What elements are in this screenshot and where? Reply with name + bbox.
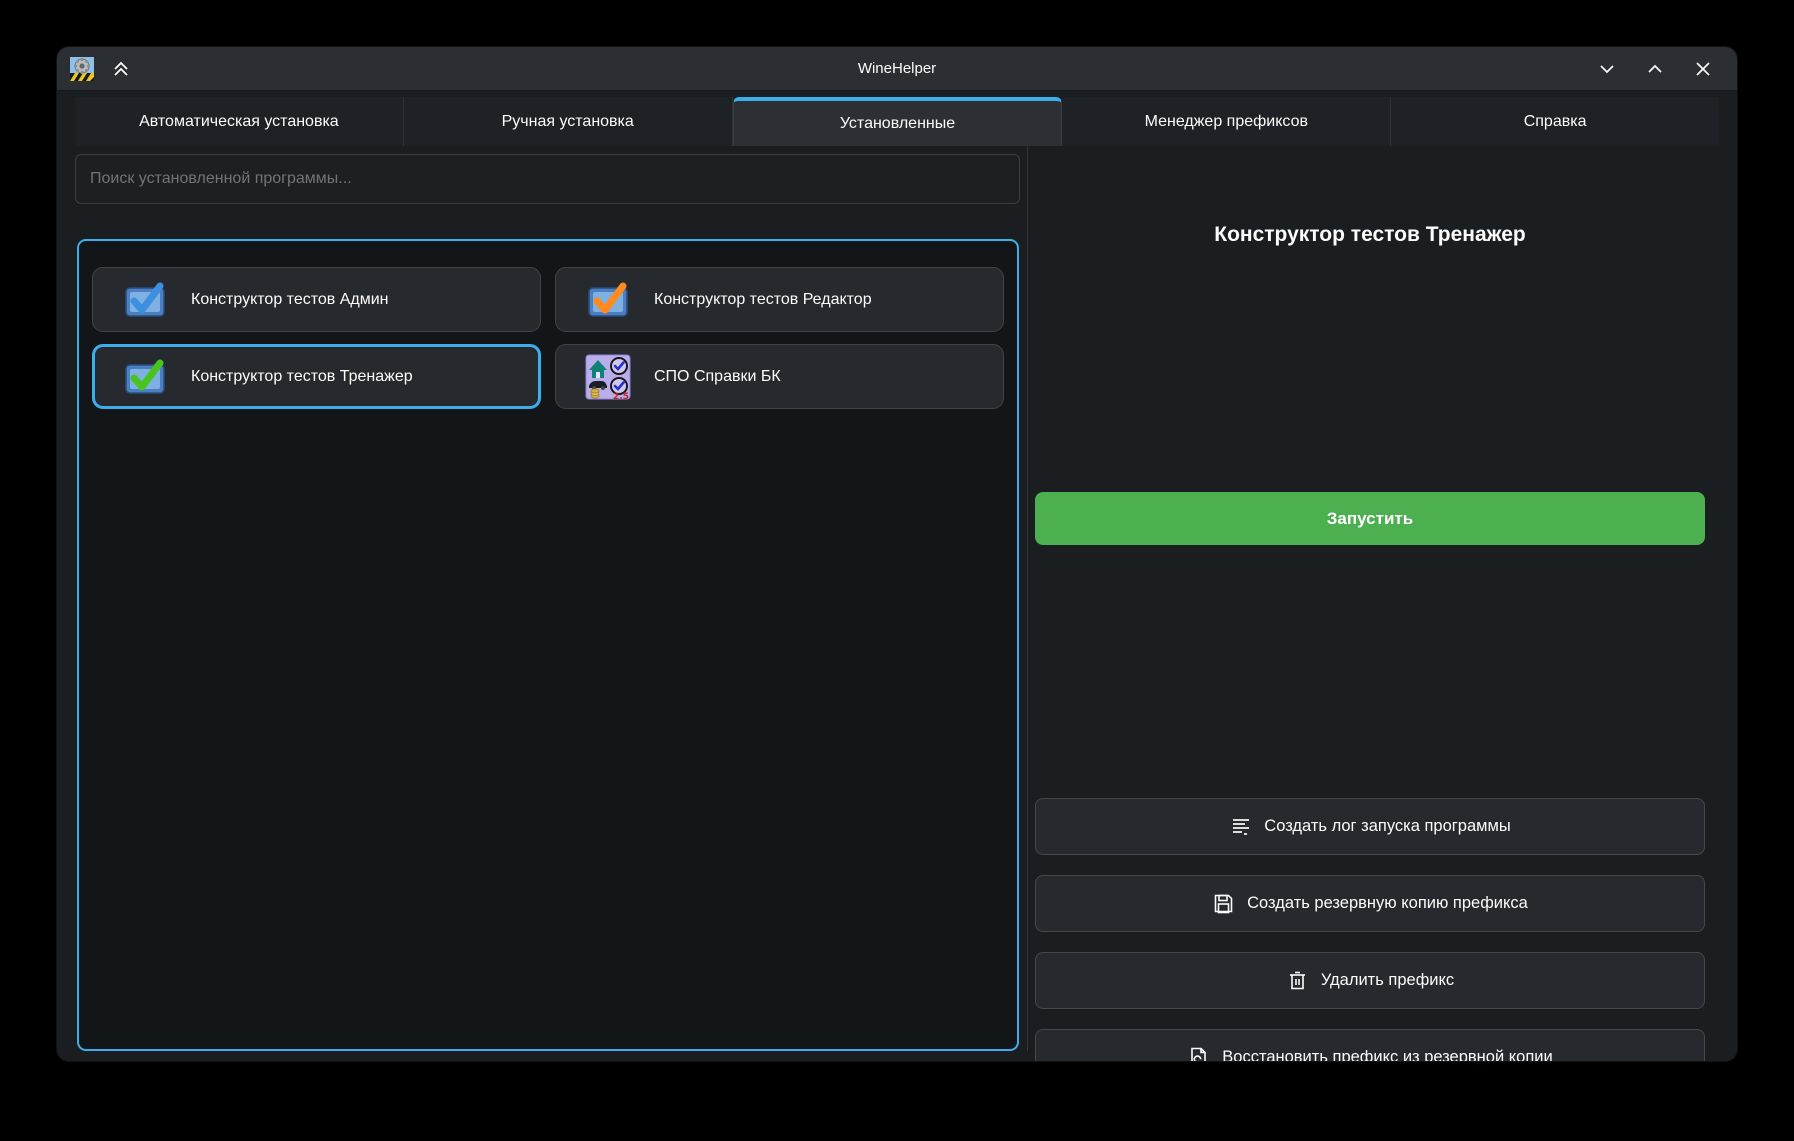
tab-installed[interactable]: Установленные: [733, 97, 1063, 146]
floppy-save-icon: [1212, 892, 1235, 915]
trash-icon: [1286, 969, 1309, 992]
titlebar: WineHelper: [57, 47, 1737, 91]
program-detail-panel: Конструктор тестов Тренажер Запустить Со…: [1035, 193, 1705, 1061]
restore-prefix-button[interactable]: Восстановить префикс из резервной копии: [1035, 1029, 1705, 1061]
backup-prefix-button[interactable]: Создать резервную копию префикса: [1035, 875, 1705, 932]
tab-help[interactable]: Справка: [1391, 97, 1719, 146]
installed-programs-list: Конструктор тестов Админ Конструктор тес…: [77, 239, 1019, 1051]
program-item-trainer[interactable]: Конструктор тестов Тренажер: [92, 344, 541, 409]
program-label: Конструктор тестов Тренажер: [191, 368, 413, 386]
close-button[interactable]: [1691, 57, 1715, 81]
minimize-button[interactable]: [1595, 57, 1619, 81]
window-title: WineHelper: [57, 60, 1737, 77]
log-lines-icon: [1229, 815, 1252, 838]
tab-prefix-manager[interactable]: Менеджер префиксов: [1062, 97, 1391, 146]
program-item-editor[interactable]: Конструктор тестов Редактор: [555, 267, 1004, 332]
program-item-admin[interactable]: Конструктор тестов Админ: [92, 267, 541, 332]
program-label: Конструктор тестов Админ: [191, 291, 389, 309]
action-label: Создать лог запуска программы: [1264, 817, 1510, 836]
action-label: Восстановить префикс из резервной копии: [1222, 1048, 1552, 1061]
program-label: Конструктор тестов Редактор: [654, 291, 872, 309]
checkmark-board-blue-icon: [121, 276, 169, 324]
svg-text:2.5: 2.5: [613, 392, 629, 401]
panel-divider: [1027, 146, 1028, 1051]
program-label: СПО Справки БК: [654, 368, 781, 386]
tab-manual-install[interactable]: Ручная установка: [404, 97, 733, 146]
delete-prefix-button[interactable]: Удалить префикс: [1035, 952, 1705, 1009]
program-item-spo-spravki[interactable]: 2.5 СПО Справки БК: [555, 344, 1004, 409]
tab-auto-install[interactable]: Автоматическая установка: [75, 97, 404, 146]
tab-bar: Автоматическая установка Ручная установк…: [75, 97, 1719, 146]
checkmark-board-green-icon: [121, 353, 169, 401]
action-label: Удалить префикс: [1321, 971, 1454, 990]
spo-house-clock-icon: 2.5: [584, 353, 632, 401]
run-button[interactable]: Запустить: [1035, 492, 1705, 545]
create-log-button[interactable]: Создать лог запуска программы: [1035, 798, 1705, 855]
maximize-button[interactable]: [1643, 57, 1667, 81]
selected-program-title: Конструктор тестов Тренажер: [1035, 223, 1705, 247]
restore-document-icon: [1187, 1046, 1210, 1061]
search-input[interactable]: [75, 154, 1020, 204]
winehelper-window: WineHelper Автоматическая установка Ручн…: [57, 47, 1737, 1061]
checkmark-board-orange-icon: [584, 276, 632, 324]
action-label: Создать резервную копию префикса: [1247, 894, 1528, 913]
